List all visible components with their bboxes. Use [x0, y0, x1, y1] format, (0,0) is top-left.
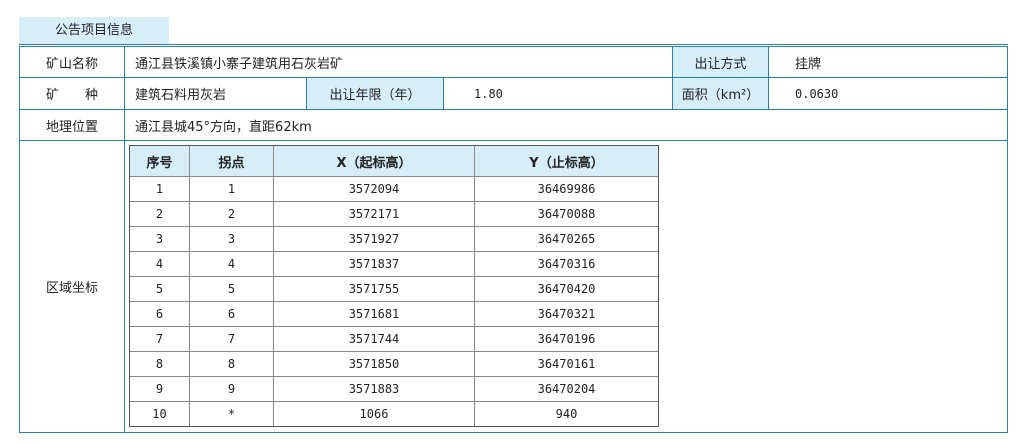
- coord-cell: 3571927: [348, 232, 400, 246]
- tab-project-info[interactable]: 公告项目信息: [19, 17, 169, 44]
- coord-cell: 36470321: [537, 307, 596, 321]
- value-location: 通江县城45°方向，直距62km: [135, 119, 312, 135]
- coord-cell: 3571681: [348, 307, 400, 321]
- coord-cell: *: [227, 407, 236, 421]
- coord-cell: 1066: [359, 407, 389, 421]
- coord-cell: 5: [155, 282, 164, 296]
- coord-cell: 4: [155, 257, 164, 271]
- coord-cell: 36469986: [537, 182, 596, 196]
- label-mineral-type: 矿 种: [45, 88, 98, 103]
- coord-cell: 6: [227, 307, 236, 321]
- coord-cell: 8: [227, 357, 236, 371]
- coord-cell: 6: [155, 307, 164, 321]
- coord-cell: 3572094: [348, 182, 400, 196]
- coord-cell: 36470161: [537, 357, 596, 371]
- coordinate-table: 序号 拐点 X（起标高） Y（止标高） 1 1 3572094 36469986…: [129, 145, 659, 427]
- coord-cell: 3: [155, 232, 164, 246]
- row-divider: [20, 140, 1007, 141]
- label-location: 地理位置: [45, 119, 98, 135]
- coord-cell: 3571755: [348, 282, 400, 296]
- coord-cell: 36470088: [537, 207, 596, 221]
- coord-cell: 3572171: [348, 207, 400, 221]
- coord-cell: 10: [152, 407, 167, 421]
- tab-underline: [19, 44, 1008, 45]
- label-mine-name: 矿山名称: [45, 56, 98, 72]
- coord-cell: 3: [227, 232, 236, 246]
- coord-cell: 3571883: [348, 382, 400, 396]
- label-transfer-method: 出让方式: [673, 47, 768, 77]
- coord-cell: 36470316: [537, 257, 596, 271]
- coord-cell: 1: [155, 182, 164, 196]
- coord-cell: 7: [227, 332, 236, 346]
- coord-cell: 9: [227, 382, 236, 396]
- value-area: 0.0630: [795, 86, 839, 101]
- coord-cell: 5: [227, 282, 236, 296]
- value-transfer-years: 1.80: [474, 86, 503, 101]
- coord-cell: 36470204: [537, 382, 596, 396]
- coord-cell: 4: [227, 257, 236, 271]
- coord-header-seq: 序号: [146, 155, 173, 171]
- info-table: 矿山名称 通江县铁溪镇小寨子建筑用石灰岩矿 出让方式 挂牌 矿 种 建筑石料用灰…: [19, 46, 1008, 433]
- coord-cell: 3571744: [348, 332, 400, 346]
- coord-cell: 2: [155, 207, 164, 221]
- coord-cell: 940: [555, 407, 578, 421]
- coord-cell: 8: [155, 357, 164, 371]
- coord-header-y: Y（止标高）: [529, 155, 604, 171]
- label-area: 面积（km²）: [673, 78, 768, 109]
- coord-cell: 3571837: [348, 257, 400, 271]
- label-transfer-years: 出让年限（年）: [307, 78, 443, 109]
- value-mineral-type: 建筑石料用灰岩: [135, 88, 227, 103]
- value-mine-name: 通江县铁溪镇小寨子建筑用石灰岩矿: [135, 56, 344, 72]
- coord-cell: 36470420: [537, 282, 596, 296]
- coord-cell: 7: [155, 332, 164, 346]
- coord-cell: 36470265: [537, 232, 596, 246]
- coord-cell: 36470196: [537, 332, 596, 346]
- coord-cell: 3571850: [348, 357, 400, 371]
- coord-cell: 2: [227, 207, 236, 221]
- label-region-coordinates: 区域坐标: [45, 281, 98, 296]
- coord-header-point: 拐点: [218, 155, 245, 171]
- coord-header-x: X（起标高）: [336, 155, 412, 171]
- coord-cell: 1: [227, 182, 236, 196]
- coord-cell: 9: [155, 382, 164, 396]
- value-transfer-method: 挂牌: [795, 56, 822, 72]
